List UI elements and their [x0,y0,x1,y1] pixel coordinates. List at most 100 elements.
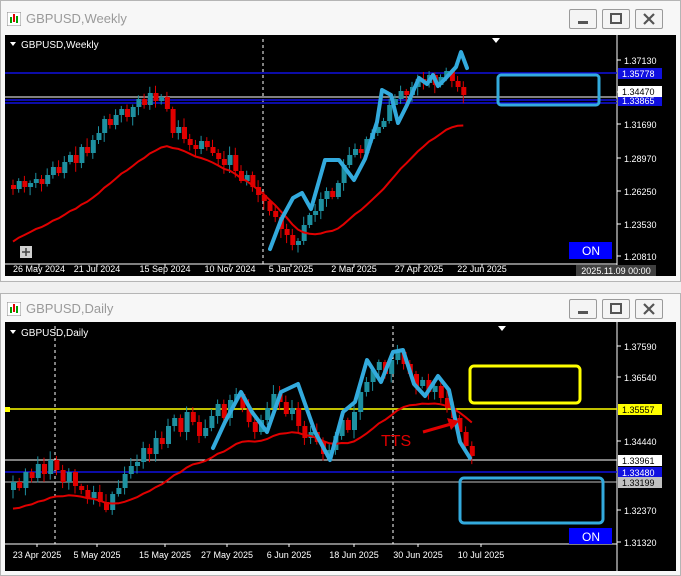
candle-body [197,422,202,436]
candle-body [347,155,353,165]
candle-body [54,460,60,470]
weekly-titlebar[interactable]: GBPUSD,Weekly [1,1,680,37]
minimize-button[interactable] [569,299,597,319]
candle-body [11,482,16,490]
time-axis-label: 27 May 2025 [201,550,253,560]
candle-body [22,181,28,187]
candle-body [164,97,170,109]
time-axis-label: 10 Jul 2025 [458,550,505,560]
candle-body [204,141,210,147]
candle-body [159,438,165,444]
candle-body [85,147,91,153]
candle-body [455,81,461,87]
candle-body [352,412,357,430]
candle-body [404,91,410,95]
candle-body [56,167,62,173]
price-axis-label: 1.32370 [624,506,657,516]
close-button[interactable] [635,9,663,29]
target-zone-box[interactable] [458,476,605,525]
minimize-button[interactable] [569,9,597,29]
price-axis-label: 1.37590 [624,342,657,352]
candle-body [73,155,79,163]
candle-body [463,432,469,446]
time-axis-label: 5 May 2025 [73,550,120,560]
candle-body [147,93,153,105]
candle-body [122,474,128,488]
chart-shift-icon[interactable] [492,38,500,43]
candle-body [438,386,444,398]
daily-chart-window[interactable]: GBPUSD,Daily GBPUSD,Daily [0,293,681,576]
candle-body [96,133,102,140]
candle-body [107,119,113,125]
moving-average-line [12,124,464,243]
candle-body [147,448,153,454]
daily-chart-canvas[interactable]: GBPUSD,Daily TTS 1.375901.365401.344401.… [5,322,676,571]
candle-body [358,149,364,153]
close-button[interactable] [635,299,663,319]
trend-drawing[interactable] [268,50,469,251]
resistance-zone-box[interactable] [468,364,582,405]
time-axis-label: 27 Apr 2025 [395,264,444,274]
candle-body [141,448,147,462]
candle-body [178,418,184,432]
price-axis-label: 1.20810 [624,252,657,262]
candle-body [68,155,73,162]
candle-body [79,147,85,163]
candle-body [296,408,302,426]
candle-body [199,141,205,149]
candle-body [307,215,313,225]
candle-body [324,191,330,199]
candle-body [79,486,85,490]
candle-body [193,145,199,149]
candle-body [66,472,72,482]
time-axis-label: 5 Jan 2025 [269,264,314,274]
price-axis-labels: 1.37590 1.36540 1.34440 1.32370 1.31320 [617,342,657,548]
candle-body [187,139,193,145]
symbol-label: GBPUSD,Weekly [21,40,99,51]
candle-body [290,235,296,245]
price-tag-label: 1.33199 [622,478,655,488]
time-axis-label: 21 Jul 2024 [74,264,121,274]
price-tag-label: 1.35557 [622,405,655,415]
chart-window-icon [7,12,21,26]
weekly-chart-canvas[interactable]: GBPUSD,Weekly 1.371301.344101.316901.289… [5,35,676,276]
time-axis-labels: 23 Apr 2025 5 May 2025 15 May 2025 27 May 2… [13,544,505,560]
on-button-label: ON [582,530,600,544]
symbol-dropdown-icon[interactable] [10,330,16,334]
minimize-icon [578,21,588,24]
price-axis-label: 1.23530 [624,220,657,230]
restore-button[interactable] [602,9,630,29]
date-readout: 2025.11.09 00:00 [581,266,650,276]
price-axis-label: 1.31320 [624,538,657,548]
price-tag-label: 1.35778 [622,69,655,79]
candle-body [318,199,324,211]
window-title: GBPUSD,Daily [26,301,114,316]
candle-body [128,466,134,474]
candle-body [113,115,119,125]
restore-icon [610,303,622,314]
candle-body [90,140,96,153]
weekly-chart-window[interactable]: GBPUSD,Weekly GBPUSD,Weekly 1.37130 1.31… [0,0,681,282]
price-axis-label: 1.31690 [624,120,657,130]
candle-body [50,167,56,175]
price-tag-label: 1.33480 [622,468,655,478]
time-axis-label: 22 Jun 2025 [457,264,507,274]
restore-button[interactable] [602,299,630,319]
candle-body [265,408,271,420]
weekly-chart-area[interactable]: GBPUSD,Weekly 1.371301.344101.316901.289… [5,35,676,276]
time-axis-label: 15 Sep 2024 [139,264,190,274]
moving-average-line [12,402,473,510]
price-axis-label: 1.36540 [624,373,657,383]
candle-body [273,211,279,217]
daily-chart-area[interactable]: GBPUSD,Daily TTS 1.375901.365401.344401.… [5,322,676,571]
chart-shift-icon[interactable] [498,326,506,331]
price-tags: 1.35778 1.338651.34470 [618,68,662,106]
symbol-dropdown-icon[interactable] [10,42,16,46]
tts-annotation: TTS [381,433,411,450]
time-axis-label: 6 Jun 2025 [267,550,312,560]
level-handle[interactable] [5,407,10,412]
candle-body [215,404,221,416]
candle-body [345,420,351,430]
price-axis-label: 1.26250 [624,187,657,197]
candle-body [381,121,387,127]
